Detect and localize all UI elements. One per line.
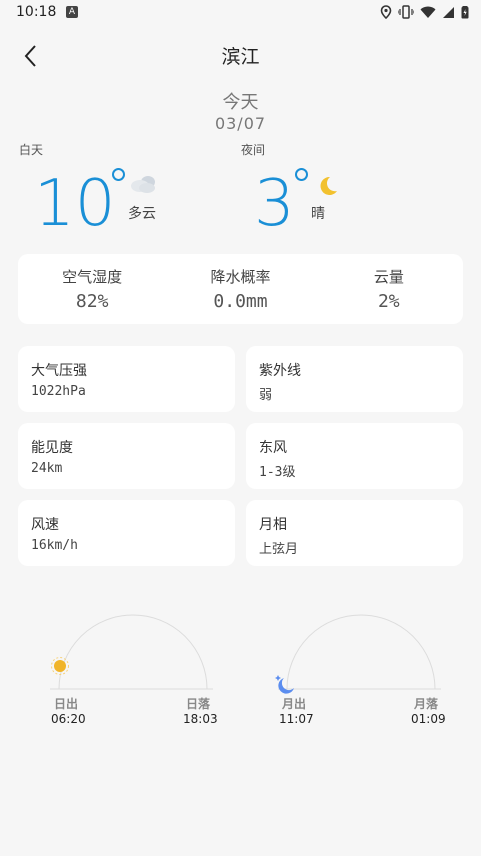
humidity-item: 空气湿度 82% [18,254,166,324]
detail-label: 紫外线 [259,363,301,379]
wind-speed-card: 风速 16km/h [18,500,235,566]
moon-arc [286,614,436,690]
detail-value: 弱 [259,388,273,403]
battery-icon [461,4,469,23]
summary-label: 云量 [373,268,404,286]
moon-icon [275,675,294,694]
wind-direction-card: 东风 1-3级 [246,423,463,489]
status-time: 10:18 [16,4,57,20]
moonrise-label: 月出 [282,697,307,711]
pressure-card: 大气压强 1022hPa [18,346,235,412]
status-icons [380,4,469,23]
cloud-cover-item: 云量 2% [315,254,463,324]
detail-label: 大气压强 [31,363,87,379]
precipitation-item: 降水概率 0.0mm [166,254,314,324]
summary-value: 82% [75,291,109,312]
day-tag: 白天 [19,143,44,157]
day-temperature: 10 [34,167,116,241]
moonset-time: 01:09 [411,712,446,726]
degree-symbol [112,168,125,181]
wifi-icon [420,4,436,23]
uv-card: 紫外线 弱 [246,346,463,412]
today-label: 今天 [222,92,259,113]
detail-value: 16km/h [31,538,78,553]
sunset-time: 18:03 [183,712,218,726]
night-tag: 夜间 [241,143,266,157]
detail-label: 风速 [31,517,59,533]
detail-value: 24km [31,461,63,476]
summary-value: 2% [377,291,400,312]
page-title: 滨江 [221,46,260,68]
date-label: 03/07 [214,114,267,133]
detail-label: 月相 [259,517,287,533]
cloudy-icon [131,176,155,193]
status-bar: 10:18 A [0,0,481,26]
sunrise-label: 日出 [54,697,79,711]
sun-moon-arcs [50,614,441,694]
sunrise-time: 06:20 [51,712,86,726]
night-temperature: 3 [254,167,295,241]
moon-phase-card: 月相 上弦月 [246,500,463,566]
day-condition: 多云 [128,206,156,222]
detail-value: 上弦月 [259,542,299,557]
detail-value: 1022hPa [31,384,86,399]
moonset-label: 月落 [414,697,439,711]
detail-label: 东风 [259,440,287,456]
signal-icon [442,4,455,23]
notification-a-icon: A [66,6,78,18]
night-condition: 晴 [311,206,325,222]
sun-icon [51,657,69,675]
detail-label: 能见度 [31,440,73,456]
location-icon [380,4,392,23]
degree-symbol [295,168,308,181]
summary-value: 0.0mm [213,291,268,312]
detail-value: 1-3级 [259,465,296,480]
summary-label: 空气湿度 [62,268,123,286]
moonrise-time: 11:07 [279,712,314,726]
summary-card: 空气湿度 82% 降水概率 0.0mm 云量 2% [18,254,463,324]
vibrate-icon [397,4,415,23]
summary-label: 降水概率 [210,268,271,286]
visibility-card: 能见度 24km [18,423,235,489]
moon-icon [320,176,337,195]
sunset-label: 日落 [186,697,211,711]
sun-arc [58,614,208,690]
